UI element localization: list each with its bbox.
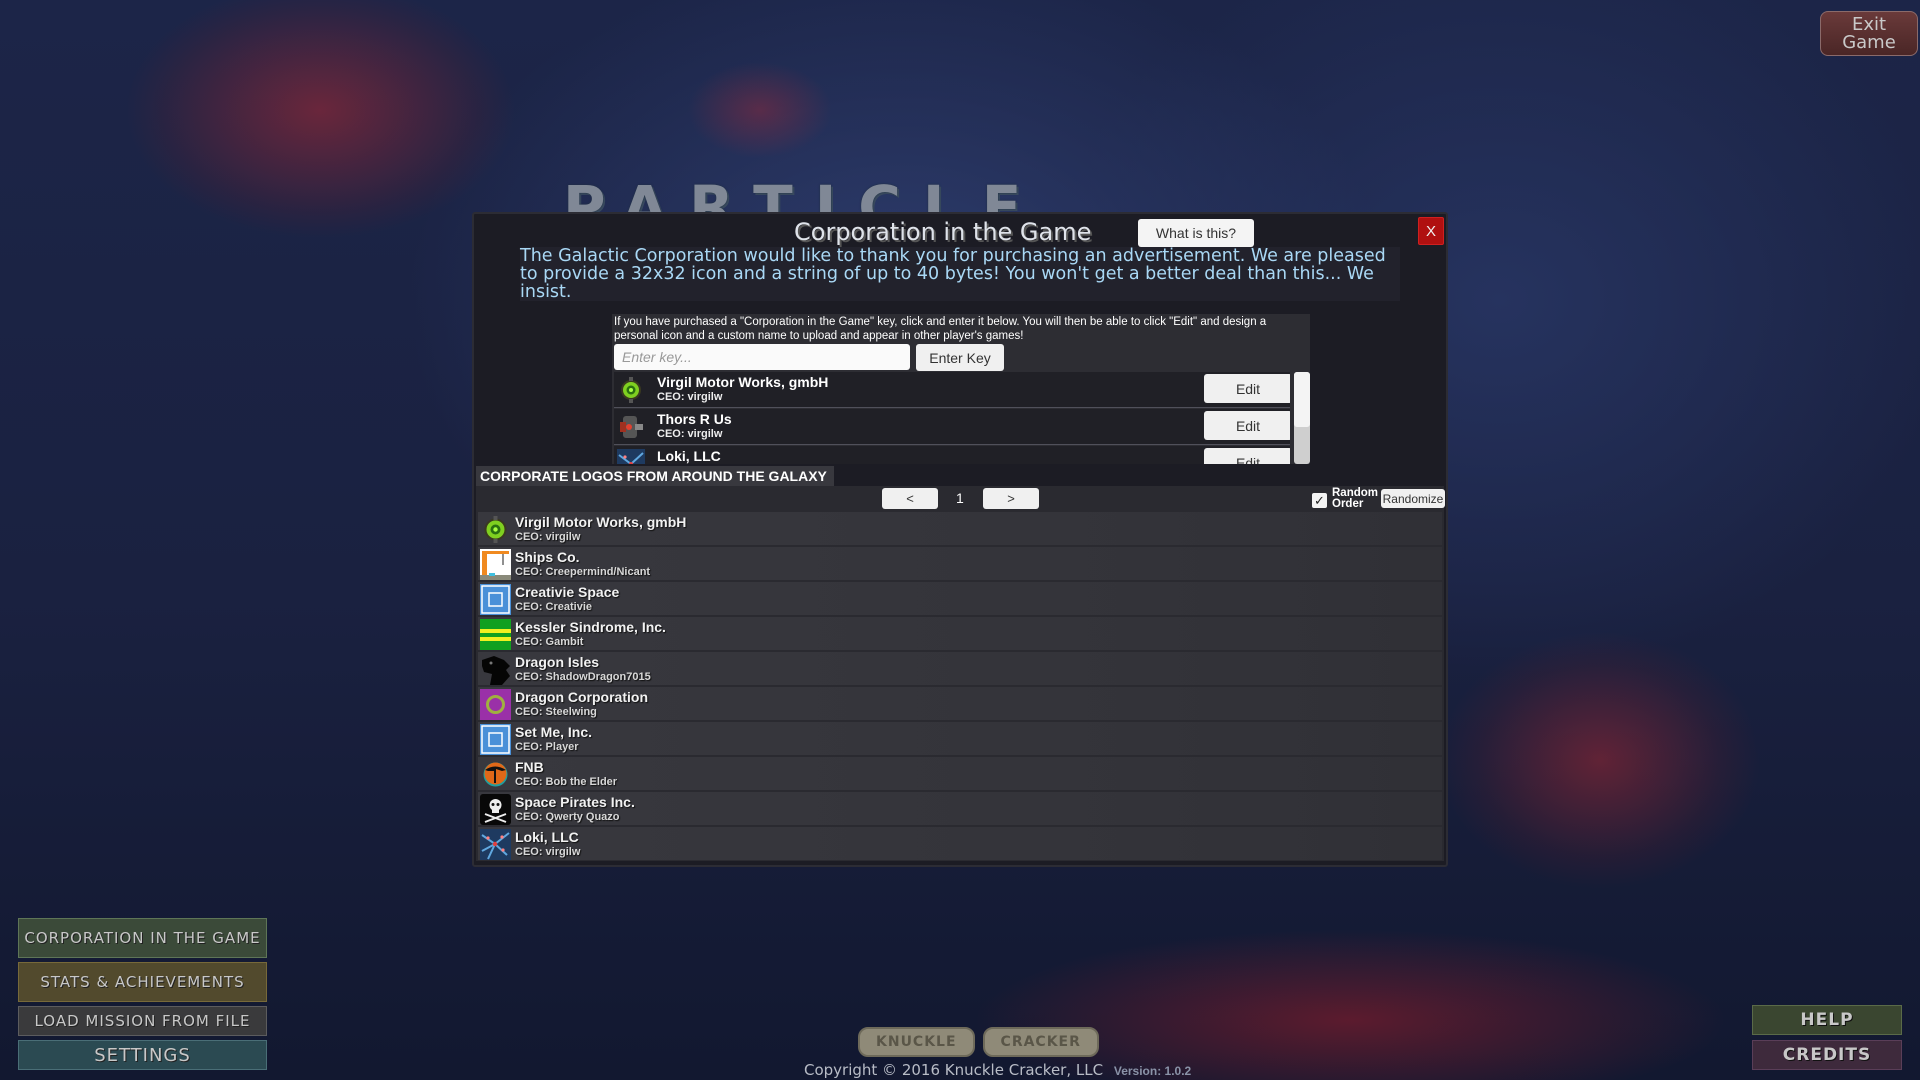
key-input[interactable] (614, 344, 910, 370)
blue-square-icon (480, 584, 511, 615)
green-gear-icon (621, 377, 641, 403)
my-corporations-list: Virgil Motor Works, gmbH CEO: virgilw Ed… (614, 372, 1290, 464)
settings-button[interactable]: SETTINGS (18, 1040, 267, 1070)
blue-square-icon (480, 724, 511, 755)
corporation-ceo: CEO: virgilw (657, 428, 723, 440)
corporation-ceo: CEO: Creativie (515, 601, 593, 613)
help-button[interactable]: HELP (1752, 1005, 1902, 1035)
edit-button[interactable]: Edit (1204, 374, 1290, 403)
scrollbar-thumb[interactable] (1294, 372, 1310, 427)
edit-button[interactable]: Edit (1204, 411, 1290, 440)
list-item: Dragon Corporation CEO: Steelwing (478, 687, 1442, 721)
random-order-checkbox[interactable]: ✓ (1312, 493, 1327, 508)
corporation-name: Loki, LLC (515, 829, 579, 845)
logo-knuckle: KNUCKLE (858, 1027, 975, 1057)
key-instructions: If you have purchased a "Corporation in … (614, 316, 1267, 342)
green-yellow-stripes-icon (480, 619, 511, 650)
corporation-ceo: CEO: Qwerty Quazo (515, 811, 620, 823)
corporation-ceo: CEO: Steelwing (515, 706, 597, 718)
corporation-dialog: Corporation in the Game What is this? X … (472, 212, 1448, 867)
corporation-ceo: CEO: Gambit (515, 636, 584, 648)
dialog-title: Corporation in the Game (794, 218, 1092, 246)
purple-ring-icon (480, 689, 511, 720)
corporation-name: Loki, LLC (657, 448, 721, 464)
orange-tree-icon (483, 762, 508, 787)
thanks-message: The Galactic Corporation would like to t… (520, 247, 1400, 301)
footer: Copyright © 2016 Knuckle Cracker, LLC Ve… (804, 1061, 1191, 1079)
corporation-name: Virgil Motor Works, gmbH (515, 514, 687, 530)
list-item: FNB CEO: Bob the Elder (478, 757, 1442, 791)
corporation-ceo: CEO: virgilw (515, 531, 581, 543)
corporation-name: Virgil Motor Works, gmbH (657, 374, 829, 390)
credits-button[interactable]: CREDITS (1752, 1040, 1902, 1070)
corporation-ceo: CEO: virgilw (657, 391, 723, 403)
corporation-ceo: CEO: Player (515, 741, 579, 753)
random-order-label: Random Order (1332, 487, 1378, 510)
skull-crossbones-icon (480, 794, 511, 825)
corporation-ceo: CEO: virgilw (515, 846, 581, 858)
list-item: Space Pirates Inc. CEO: Qwerty Quazo (478, 792, 1442, 826)
knuckle-cracker-logo: KNUCKLE CRACKER (858, 1027, 1099, 1057)
corporation-name: Creativie Space (515, 584, 620, 600)
list-item: Set Me, Inc. CEO: Player (478, 722, 1442, 756)
my-corporation-row: Loki, LLC CEO: virgilw Edit (614, 446, 1290, 464)
galaxy-logos-panel: < 1 > ✓ Random Order Randomize Virgil Mo… (476, 486, 1445, 862)
corporation-name: FNB (515, 759, 544, 775)
stats-achievements-button[interactable]: STATS & ACHIEVEMENTS (18, 962, 267, 1002)
corporation-name: Set Me, Inc. (515, 724, 593, 740)
edit-button[interactable]: Edit (1204, 448, 1290, 464)
my-corporation-row: Virgil Motor Works, gmbH CEO: virgilw Ed… (614, 372, 1290, 408)
network-nodes-icon (480, 829, 511, 860)
load-mission-button[interactable]: LOAD MISSION FROM FILE (18, 1006, 267, 1036)
crane-icon (480, 549, 511, 580)
list-item: Ships Co. CEO: Creepermind/Nicant (478, 547, 1442, 581)
corporation-name: Thors R Us (657, 411, 732, 427)
game-title-logo: PARTICLE FLEET (563, 173, 1044, 214)
page-number: 1 (956, 490, 964, 506)
green-gear-icon (484, 516, 507, 543)
what-is-this-button[interactable]: What is this? (1138, 219, 1254, 247)
my-corporations-scrollbar[interactable] (1294, 372, 1310, 464)
my-corporation-row: Thors R Us CEO: virgilw Edit (614, 409, 1290, 445)
corporation-in-the-game-button[interactable]: CORPORATION IN THE GAME (18, 918, 267, 958)
enter-key-button[interactable]: Enter Key (916, 344, 1004, 371)
corporation-ceo: CEO: Bob the Elder (515, 776, 618, 788)
list-item: Kessler Sindrome, Inc. CEO: Gambit (478, 617, 1442, 651)
dragon-head-icon (482, 656, 510, 685)
network-nodes-icon (617, 449, 645, 464)
list-item: Creativie Space CEO: Creativie (478, 582, 1442, 616)
exit-game-button[interactable]: Exit Game (1820, 11, 1918, 56)
corporation-ceo: CEO: Creepermind/Nicant (515, 566, 651, 578)
corporation-ceo: CEO: ShadowDragon7015 (515, 671, 651, 683)
key-panel: If you have purchased a "Corporation in … (612, 314, 1310, 464)
next-page-button[interactable]: > (983, 488, 1039, 509)
randomize-button[interactable]: Randomize (1381, 489, 1445, 508)
corporation-name: Dragon Isles (515, 654, 600, 670)
logo-cracker: CRACKER (982, 1027, 1099, 1057)
pager: < 1 > ✓ Random Order Randomize (476, 486, 1445, 512)
corporation-name: Kessler Sindrome, Inc. (515, 619, 666, 635)
robot-ship-icon (620, 416, 643, 438)
copyright-text: Copyright © 2016 Knuckle Cracker, LLC (804, 1061, 1104, 1079)
previous-page-button[interactable]: < (882, 488, 938, 509)
corporation-name: Dragon Corporation (515, 689, 648, 705)
corporation-name: Ships Co. (515, 549, 580, 565)
galaxy-logos-header: CORPORATE LOGOS FROM AROUND THE GALAXY (476, 466, 834, 486)
list-item: Virgil Motor Works, gmbH CEO: virgilw (478, 512, 1442, 546)
version-text: Version: 1.0.2 (1113, 1064, 1192, 1078)
list-item: Dragon Isles CEO: ShadowDragon7015 (478, 652, 1442, 686)
list-item: Loki, LLC CEO: virgilw (478, 827, 1442, 861)
galaxy-corporations-list: Virgil Motor Works, gmbH CEO: virgilw Sh… (478, 512, 1442, 862)
corporation-name: Space Pirates Inc. (515, 794, 635, 810)
close-button[interactable]: X (1418, 217, 1444, 245)
